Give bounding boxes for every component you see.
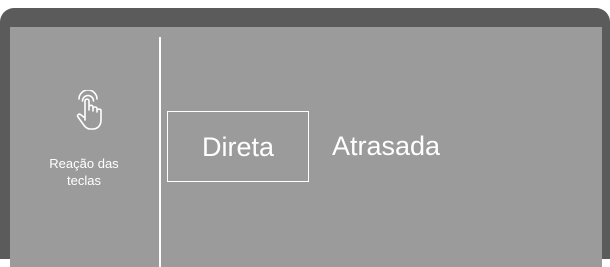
display-screen: Reação das teclas Direta Atrasada — [10, 27, 602, 267]
touch-hand-icon — [76, 90, 102, 130]
device-frame: Reação das teclas Direta Atrasada — [0, 8, 610, 267]
sidebar-label: Reação das teclas — [49, 156, 119, 188]
vertical-divider — [159, 37, 161, 267]
option-direta-selected[interactable]: Direta — [167, 111, 309, 182]
sidebar: Reação das teclas — [10, 27, 158, 267]
option-atrasada[interactable]: Atrasada — [329, 111, 479, 182]
